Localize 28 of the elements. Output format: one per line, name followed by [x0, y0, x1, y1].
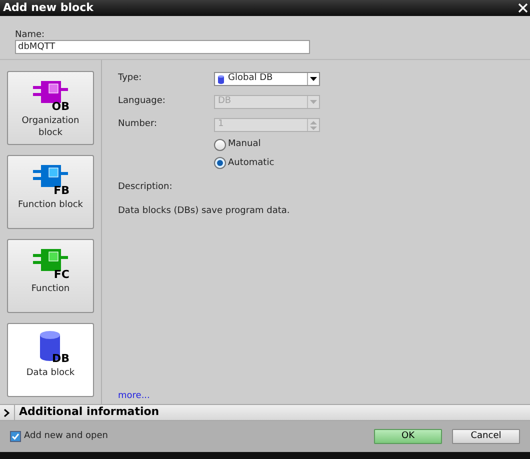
- block-type-button[interactable]: FB Function block: [7, 155, 94, 229]
- radio-label: Manual: [228, 138, 261, 151]
- close-icon[interactable]: [516, 1, 530, 15]
- name-label: Name:: [15, 30, 46, 40]
- checkbox[interactable]: [10, 431, 21, 442]
- more-link[interactable]: more...: [118, 390, 150, 403]
- radio-button[interactable]: [214, 157, 226, 170]
- description-label: Description:: [118, 181, 174, 194]
- additional-information-bar[interactable]: Additional information: [0, 404, 530, 421]
- field-label: Number:: [118, 118, 158, 132]
- checkbox-label: Add new and open: [24, 430, 108, 443]
- radio-button[interactable]: [214, 138, 226, 151]
- name-field[interactable]: dbMQTT: [15, 40, 310, 54]
- window-title: Add new block: [3, 0, 94, 16]
- radio-label: Automatic: [228, 156, 274, 170]
- field-label: Language:: [118, 95, 166, 108]
- type-dropdown[interactable]: Global DB: [214, 72, 320, 86]
- field-label: Type:: [118, 72, 143, 86]
- spinner-icon: [307, 119, 319, 131]
- block-type-button[interactable]: FC Function: [7, 239, 94, 313]
- caret-icon: [307, 73, 319, 85]
- database-icon: [218, 74, 224, 84]
- ok-button[interactable]: OK: [374, 429, 442, 444]
- block-type-button[interactable]: OB Organization block: [7, 71, 94, 145]
- caret-icon: [307, 96, 319, 108]
- cancel-button[interactable]: Cancel: [452, 429, 520, 444]
- block-type-button[interactable]: DB Data block: [7, 323, 94, 397]
- description-text: Data blocks (DBs) save program data.: [118, 204, 291, 218]
